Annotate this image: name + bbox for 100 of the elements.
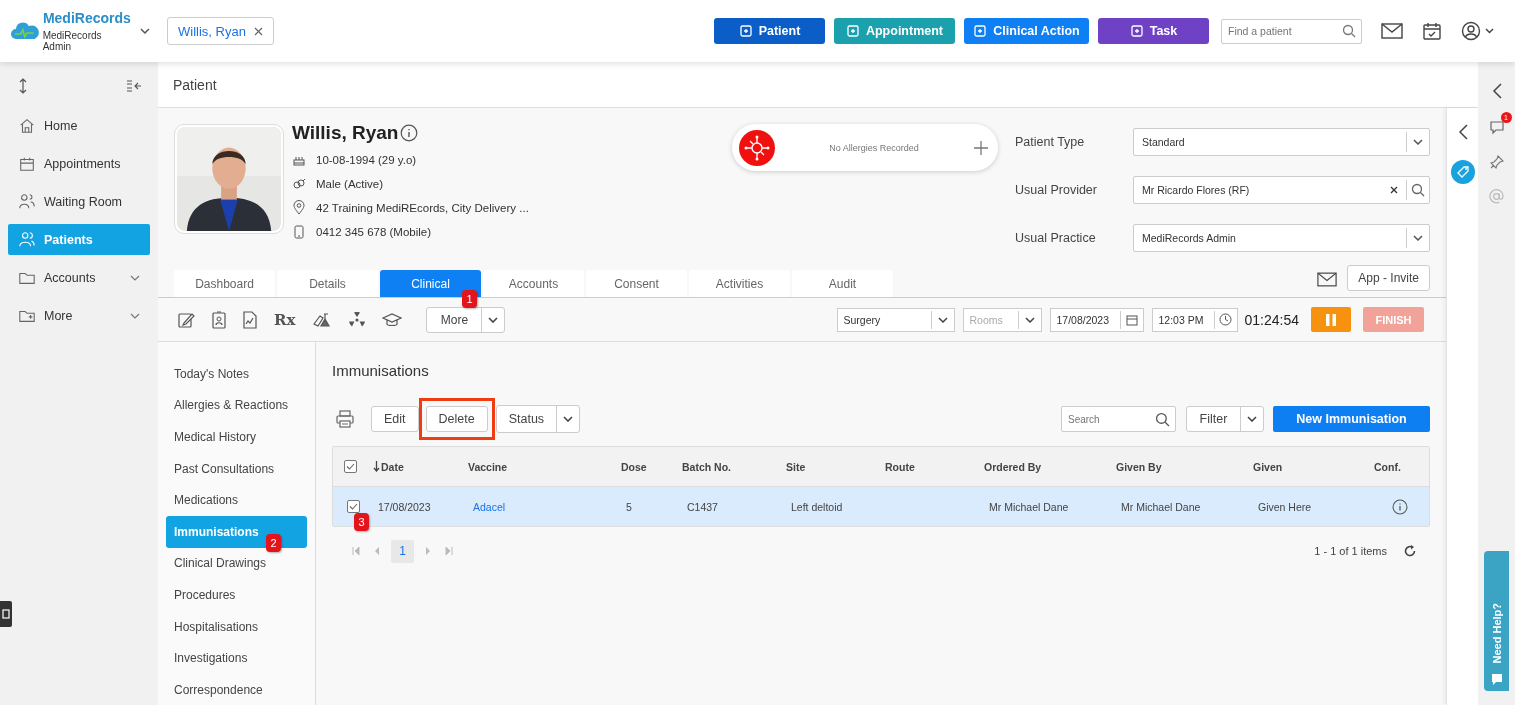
pin-icon[interactable] bbox=[1489, 155, 1504, 169]
list-action-button[interactable]: Delete bbox=[425, 406, 488, 432]
tab[interactable]: Consent bbox=[586, 270, 687, 297]
chevron-down-icon[interactable] bbox=[1413, 139, 1423, 145]
tag-icon[interactable] bbox=[1450, 160, 1475, 184]
side-panel-tab[interactable] bbox=[0, 601, 12, 627]
clinical-nav-item[interactable]: Today's Notes bbox=[166, 358, 307, 390]
select-field[interactable]: Standard bbox=[1133, 128, 1430, 156]
action-button[interactable]: Patient bbox=[714, 18, 825, 44]
column-header[interactable]: Batch No. bbox=[682, 460, 731, 473]
section-title: Immunisations bbox=[332, 362, 430, 381]
expand-vertical-icon[interactable] bbox=[18, 78, 28, 94]
select-all-checkbox[interactable] bbox=[344, 460, 357, 473]
new-immunisation-button[interactable]: New Immunisation bbox=[1273, 406, 1430, 432]
sidebar-item[interactable]: Waiting Room bbox=[8, 186, 150, 217]
graduation-cap-icon[interactable] bbox=[382, 311, 403, 328]
patient-file-icon[interactable] bbox=[212, 310, 226, 329]
list-action-button[interactable]: Edit bbox=[371, 406, 419, 432]
info-icon[interactable] bbox=[400, 124, 419, 142]
allergen-icon bbox=[739, 129, 775, 166]
clock-icon[interactable] bbox=[1219, 313, 1232, 326]
page-number-button[interactable]: 1 bbox=[391, 539, 414, 563]
chevron-down-icon[interactable] bbox=[937, 316, 948, 323]
edit-note-icon[interactable] bbox=[177, 310, 195, 329]
clinical-nav-item[interactable]: Medical History bbox=[166, 421, 307, 453]
chevron-down-icon[interactable] bbox=[1247, 416, 1257, 422]
print-icon[interactable] bbox=[336, 410, 354, 428]
clinical-nav-item[interactable]: Medications bbox=[166, 484, 307, 516]
column-header[interactable]: Conf. bbox=[1374, 460, 1401, 473]
chevron-down-icon bbox=[130, 274, 140, 281]
clinical-nav-item[interactable]: Allergies & Reactions bbox=[166, 389, 307, 422]
search-icon[interactable] bbox=[1411, 183, 1425, 197]
action-button[interactable]: Task bbox=[1098, 18, 1209, 44]
row-checkbox[interactable] bbox=[346, 500, 360, 513]
chevron-down-icon[interactable] bbox=[1024, 316, 1035, 323]
select-field[interactable]: MediRecords Admin bbox=[1133, 224, 1430, 252]
clinical-nav-item[interactable]: Correspondence bbox=[166, 673, 307, 705]
plus-box-icon bbox=[738, 24, 753, 38]
tab[interactable]: Details bbox=[277, 270, 378, 297]
search-icon[interactable] bbox=[1155, 412, 1170, 427]
sidebar-item[interactable]: Home bbox=[8, 110, 150, 141]
search-icon[interactable] bbox=[1342, 24, 1356, 38]
column-header[interactable]: Ordered By bbox=[984, 460, 1042, 473]
vaccine-link[interactable]: Adacel bbox=[473, 500, 506, 513]
chevron-down-icon[interactable] bbox=[563, 416, 574, 422]
column-header[interactable]: Given bbox=[1253, 460, 1283, 473]
column-header[interactable]: Given By bbox=[1116, 460, 1162, 473]
lab-flask-icon[interactable] bbox=[312, 311, 333, 328]
prescription-icon[interactable]: Rx bbox=[274, 310, 296, 329]
column-header[interactable]: Site bbox=[786, 460, 806, 473]
people-icon bbox=[18, 230, 36, 249]
sort-down-arrow-icon[interactable] bbox=[373, 461, 380, 472]
radiation-icon[interactable] bbox=[349, 311, 366, 328]
mail-icon[interactable] bbox=[1317, 272, 1338, 287]
close-icon[interactable] bbox=[253, 26, 263, 36]
open-patient-tab[interactable]: Willis, Ryan bbox=[167, 17, 274, 45]
table-cell: Mr Michael Dane bbox=[1121, 500, 1201, 513]
clinical-nav-item[interactable]: Investigations bbox=[166, 642, 307, 674]
tab[interactable]: Audit bbox=[792, 270, 893, 297]
chevron-left-icon[interactable] bbox=[1491, 83, 1502, 99]
tab[interactable]: Activities bbox=[689, 270, 790, 297]
patient-search-field[interactable]: Find a patient bbox=[1221, 18, 1362, 44]
chat-icon[interactable] bbox=[1488, 119, 1505, 135]
sidebar-item[interactable]: More bbox=[8, 300, 150, 331]
app-invite-button[interactable]: App - Invite bbox=[1347, 265, 1430, 291]
collapse-sidebar-icon[interactable] bbox=[126, 80, 142, 92]
status-dropdown-button[interactable]: Status bbox=[495, 405, 581, 433]
info-icon[interactable] bbox=[1392, 498, 1408, 515]
tab[interactable]: Accounts bbox=[483, 270, 584, 297]
chevron-down-icon[interactable] bbox=[488, 316, 499, 323]
refresh-icon[interactable] bbox=[1403, 544, 1417, 558]
add-icon[interactable] bbox=[973, 139, 989, 156]
clear-icon[interactable] bbox=[1390, 186, 1398, 194]
filter-dropdown-button[interactable]: Filter bbox=[1186, 406, 1264, 432]
chevron-down-icon[interactable] bbox=[1413, 235, 1423, 241]
calendar-icon[interactable] bbox=[1422, 21, 1442, 41]
lookup-field[interactable]: Mr Ricardo Flores (RF) bbox=[1133, 176, 1430, 204]
action-button[interactable]: Clinical Action bbox=[964, 18, 1089, 44]
clinical-nav-item[interactable]: Hospitalisations bbox=[166, 610, 307, 643]
clinical-nav-item[interactable]: Past Consultations bbox=[166, 452, 307, 485]
patient-gender: Male (Active) bbox=[316, 177, 384, 190]
chevron-left-icon[interactable] bbox=[1457, 124, 1468, 140]
column-header[interactable]: Vaccine bbox=[468, 460, 508, 473]
tab[interactable]: Dashboard bbox=[174, 270, 275, 297]
user-account-icon[interactable] bbox=[1461, 21, 1495, 41]
chart-document-icon[interactable] bbox=[243, 310, 257, 329]
location-select[interactable]: Surgery bbox=[836, 307, 955, 332]
clinical-nav-item[interactable]: Procedures bbox=[166, 579, 307, 611]
column-header[interactable]: Route bbox=[885, 460, 915, 473]
date-field[interactable]: 17/08/2023 bbox=[1049, 307, 1144, 332]
chevron-down-icon[interactable] bbox=[140, 28, 150, 34]
column-header[interactable]: Dose bbox=[621, 460, 647, 473]
column-header[interactable]: Date bbox=[381, 460, 404, 473]
search-field[interactable]: Search bbox=[1061, 406, 1176, 432]
time-field[interactable]: 12:03 PM bbox=[1151, 307, 1238, 332]
sidebar-item[interactable]: Accounts bbox=[8, 262, 150, 293]
sidebar-item[interactable]: Appointments bbox=[8, 148, 150, 179]
more-dropdown-button[interactable]: More bbox=[426, 306, 506, 333]
mail-icon[interactable] bbox=[1381, 23, 1403, 39]
calendar-icon[interactable] bbox=[1125, 313, 1138, 326]
